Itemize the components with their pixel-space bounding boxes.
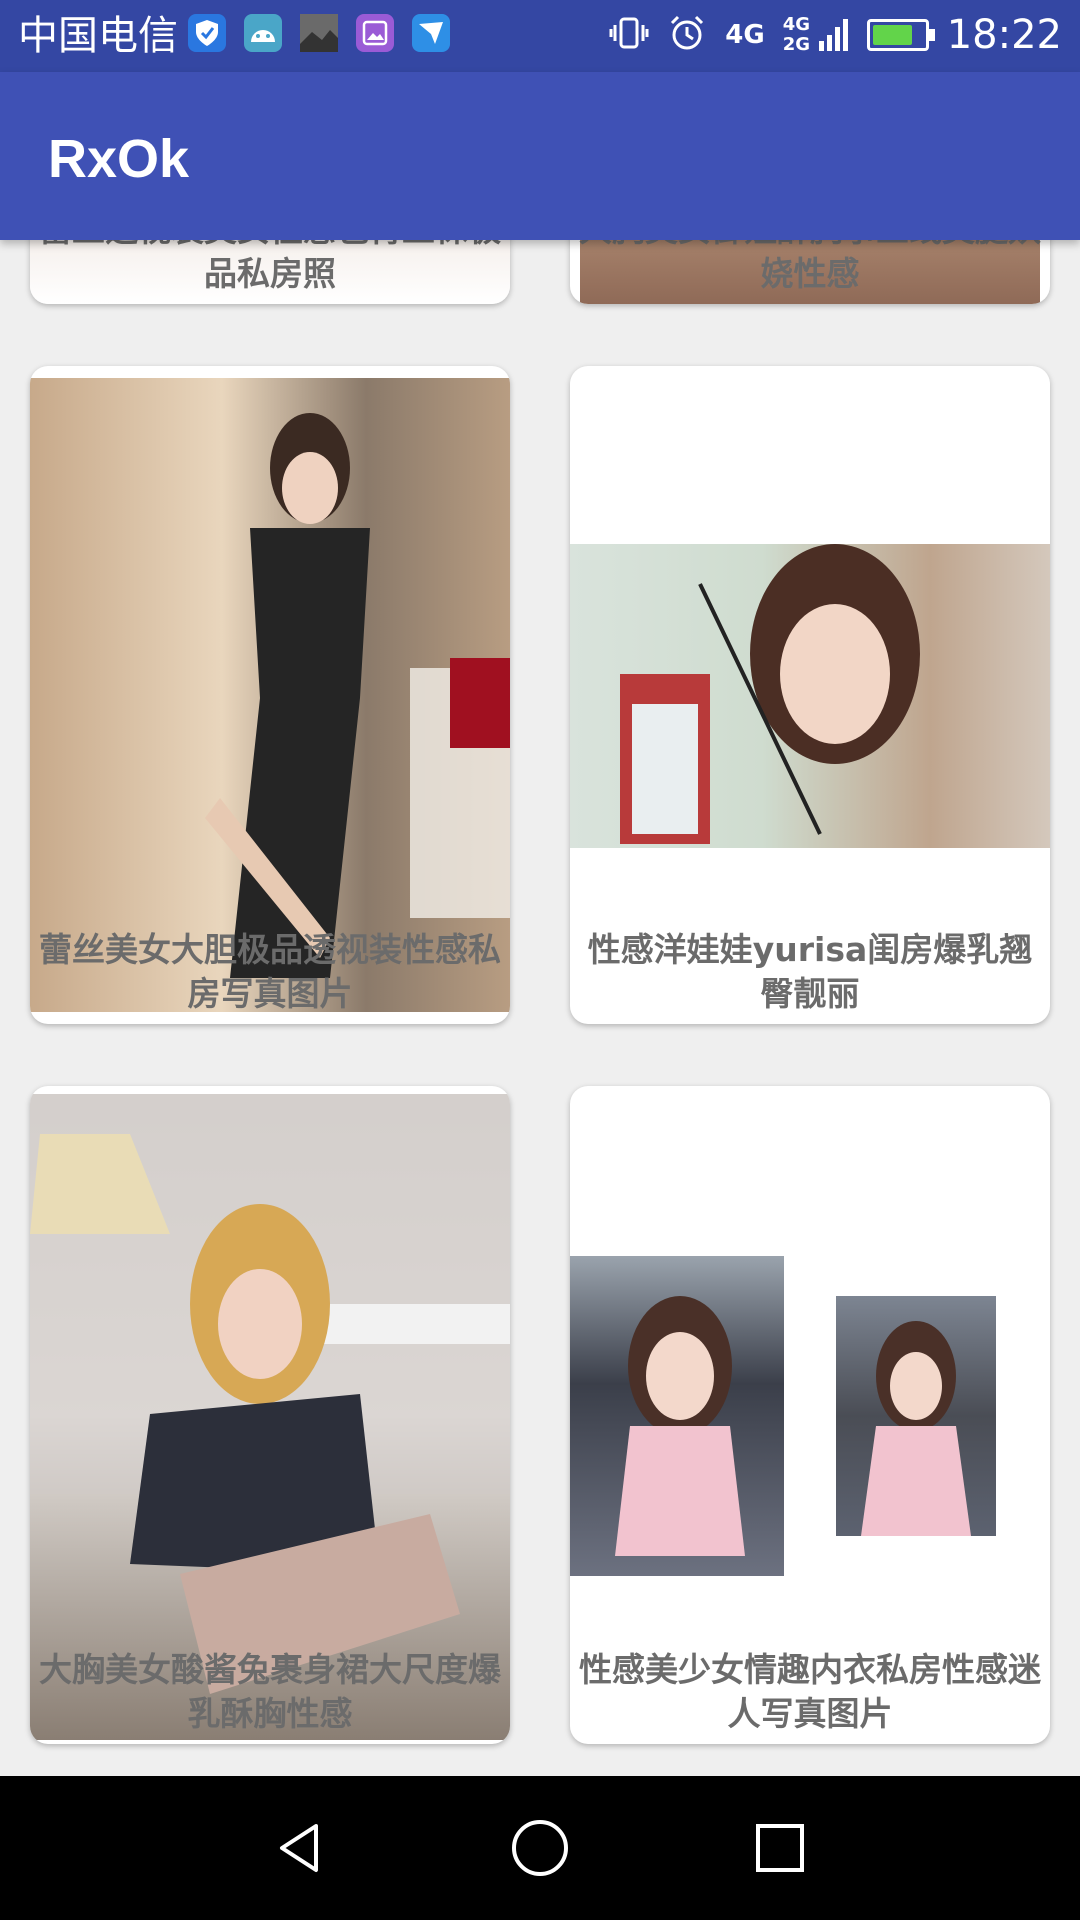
navigation-bar — [0, 1776, 1080, 1920]
signal-icon — [818, 17, 849, 55]
feed-card[interactable]: 大胸美女御姐酥胸事业线美腿妖娆性感 — [570, 240, 1050, 304]
card-caption: 蕾丝美女大胆极品透视装性感私房写真图片 — [39, 930, 501, 1013]
photo-thumbnail-icon — [300, 14, 338, 52]
card-caption: 大胸美女酸酱兔裹身裙大尺度爆乳酥胸性感 — [39, 1650, 501, 1733]
feed-card[interactable]: 大胸美女酸酱兔裹身裙大尺度爆乳酥胸性感 — [30, 1086, 510, 1744]
network-dual-label: 4G 2G — [782, 14, 811, 55]
feed-card[interactable]: 性感洋娃娃yurisa闺房爆乳翘臀靓丽 — [570, 366, 1050, 1024]
card-caption: 大胸美女御姐酥胸事业线美腿妖娆性感 — [579, 240, 1041, 293]
signal-group: 4G 2G — [783, 15, 849, 55]
photo-feed[interactable]: 蕾丝透视装美女性感包臀丝袜极品私房照 大胸美女御姐酥胸事业线美腿妖娆性感 蕾丝美… — [0, 240, 1080, 1776]
carrier-label: 中国电信 — [18, 13, 178, 59]
back-button[interactable] — [264, 1812, 336, 1884]
card-caption: 蕾丝透视装美女性感包臀丝袜极品私房照 — [39, 240, 501, 293]
recents-button[interactable] — [744, 1812, 816, 1884]
alarm-icon — [667, 13, 707, 57]
card-photo — [30, 1094, 510, 1740]
card-caption: 性感美少女情趣内衣私房性感迷人写真图片 — [579, 1650, 1041, 1733]
card-photo — [836, 1296, 996, 1536]
vibrate-icon — [609, 13, 649, 57]
battery-icon — [866, 19, 935, 51]
home-button[interactable] — [504, 1812, 576, 1884]
card-caption: 性感洋娃娃yurisa闺房爆乳翘臀靓丽 — [587, 930, 1033, 1013]
shield-icon — [188, 14, 226, 52]
network-4g-label: 4G — [725, 20, 765, 50]
card-photo — [30, 378, 510, 1012]
bird-icon — [412, 14, 450, 52]
android-icon — [244, 14, 282, 52]
card-photo — [570, 544, 1050, 848]
app-title: RxOk — [48, 129, 190, 189]
notification-icons — [188, 14, 450, 52]
clock: 18:22 — [946, 12, 1062, 58]
gallery-icon — [356, 14, 394, 52]
card-photo — [570, 1256, 784, 1576]
app-bar: RxOk — [0, 72, 1080, 240]
feed-card[interactable]: 性感美少女情趣内衣私房性感迷人写真图片 — [570, 1086, 1050, 1744]
status-bar: 中国电信 4G 4G 2G 18:22 — [0, 0, 1080, 72]
status-right: 4G 4G 2G 18:22 — [609, 10, 1062, 60]
feed-card[interactable]: 蕾丝美女大胆极品透视装性感私房写真图片 — [30, 366, 510, 1024]
feed-card[interactable]: 蕾丝透视装美女性感包臀丝袜极品私房照 — [30, 240, 510, 304]
